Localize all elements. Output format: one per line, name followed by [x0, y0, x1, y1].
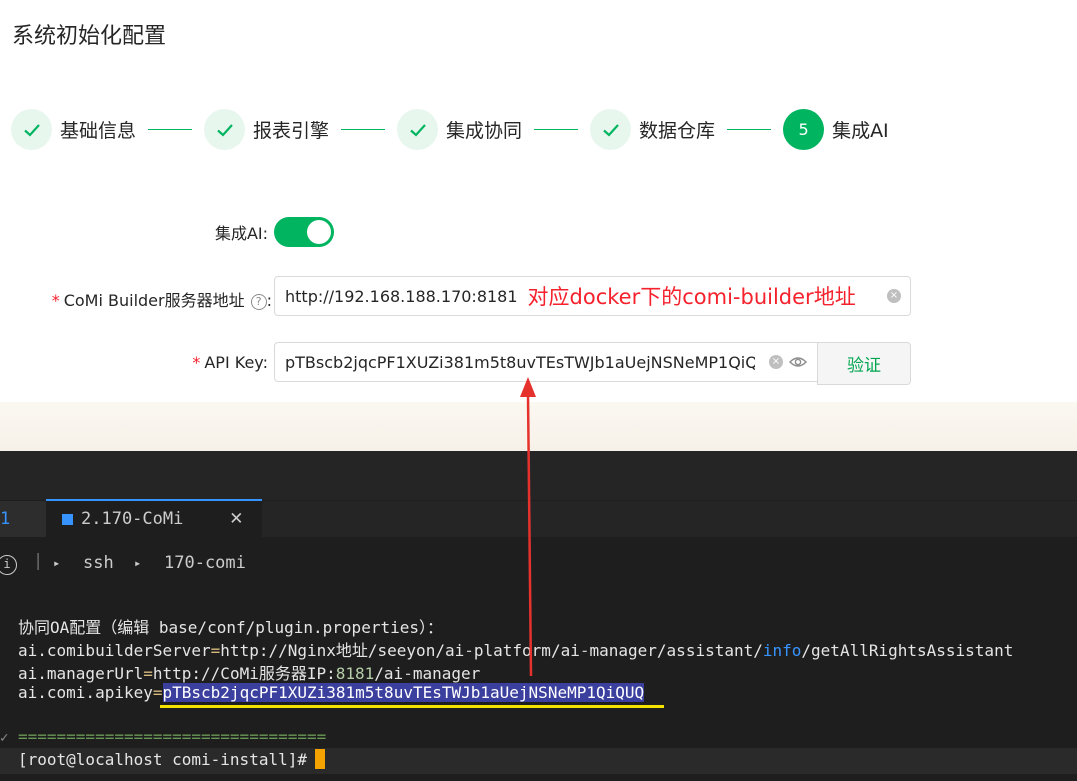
- page-title: 系统初始化配置: [12, 24, 167, 49]
- verify-button[interactable]: 验证: [817, 342, 911, 385]
- api-key-input[interactable]: pTBscb2jqcPF1XUZi381m5t8uvTEsTWJb1aUejNS…: [274, 342, 818, 382]
- config-value-part: /getAllRightsAssistant: [801, 641, 1014, 660]
- step-check-icon: [397, 109, 439, 150]
- config-value-part: http://Nginx地址/seeyon/ai: [220, 641, 465, 660]
- config-key: ai.comibuilderServer: [18, 641, 211, 660]
- prompt-check-icon: ✓: [0, 730, 9, 746]
- chevron-right-icon: ▸: [134, 556, 142, 570]
- page-bottom-band: [0, 402, 1077, 451]
- terminal-line-2: ai.comibuilderServer=http://Nginx地址/seey…: [18, 637, 1013, 661]
- config-value-part: -: [464, 641, 474, 660]
- equals-sign: =: [152, 683, 163, 702]
- builder-server-input[interactable]: http://192.168.188.170:8181 对应docker下的co…: [274, 276, 911, 316]
- terminal-cursor: [314, 749, 325, 769]
- clear-icon[interactable]: ×: [769, 355, 783, 369]
- step-check-icon: [590, 109, 632, 150]
- config-key: ai.managerUrl: [18, 664, 144, 683]
- step-connector: [727, 129, 772, 130]
- breadcrumb-item-ssh[interactable]: ssh: [83, 553, 114, 573]
- config-value-part: manager/assistant/: [589, 641, 763, 660]
- red-annotation-text: 对应docker下的comi-builder地址: [527, 285, 856, 309]
- question-icon[interactable]: ?: [250, 294, 267, 310]
- ai-toggle-switch[interactable]: [274, 217, 334, 247]
- eye-icon[interactable]: [789, 353, 807, 375]
- step-number-badge: 5: [783, 109, 825, 150]
- step-label: 基础信息: [60, 120, 137, 142]
- step-integration-collab[interactable]: 集成协同: [397, 109, 522, 150]
- terminal-prompt-row[interactable]: [root@localhost comi-install]#: [0, 748, 1077, 774]
- info-icon[interactable]: i: [0, 555, 17, 575]
- config-value-part: -: [403, 664, 413, 683]
- terminal-window: 1 2.170-CoMi ✕ i | ▸ ssh ▸ 170-comi 协同OA…: [0, 451, 1077, 781]
- step-connector: [341, 129, 386, 130]
- equals-sign: =: [143, 664, 153, 683]
- step-report-engine[interactable]: 报表引擎: [204, 109, 329, 150]
- terminal-tab-icon: [62, 514, 73, 525]
- step-label: 集成AI: [832, 120, 889, 142]
- chevron-right-icon: ▸: [53, 556, 61, 570]
- terminal-line-4: ai.comi.apikey=pTBscb2jqcPF1XUZi381m5t8u…: [18, 683, 645, 702]
- tab-2-170-comi[interactable]: 2.170-CoMi ✕: [46, 499, 262, 537]
- step-check-icon: [11, 109, 52, 150]
- step-connector: [534, 129, 579, 130]
- required-mark: *: [51, 291, 60, 310]
- step-check-icon: [204, 109, 246, 150]
- step-label: 报表引擎: [253, 120, 330, 142]
- terminal-line-separator: ================================: [18, 727, 327, 746]
- toggle-knob: [307, 220, 331, 244]
- label-colon: :: [266, 291, 272, 310]
- config-value-part: /ai: [374, 664, 404, 683]
- config-value-part: manager: [412, 664, 481, 683]
- steps-bar: 基础信息 报表引擎 集成协同 数据仓库 5 集成AI: [11, 109, 889, 150]
- step-label: 集成协同: [446, 120, 523, 142]
- builder-server-label: * CoMi Builder服务器地址?:: [10, 287, 272, 311]
- config-port-number: 8181: [335, 664, 375, 683]
- breadcrumb: i | ▸ ssh ▸ 170-comi: [0, 547, 1077, 583]
- step-label: 数据仓库: [639, 120, 716, 142]
- api-key-label-text: API Key:: [204, 353, 268, 372]
- apikey-highlighted-value[interactable]: pTBscb2jqcPF1XUZi381m5t8uvTEsTWJb1aUejNS…: [162, 683, 645, 702]
- config-value-keyword: info: [762, 641, 802, 660]
- required-mark: *: [192, 353, 201, 372]
- step-data-warehouse[interactable]: 数据仓库: [590, 109, 715, 150]
- breadcrumb-separator: |: [33, 551, 44, 571]
- config-value-part: platform/ai: [473, 641, 580, 660]
- terminal-line-3: ai.managerUrl=http://CoMi服务器IP:8181/ai-m…: [18, 660, 480, 684]
- step-connector: [148, 129, 193, 130]
- builder-server-label-text: CoMi Builder服务器地址: [63, 291, 245, 310]
- tab-title: 2.170-CoMi: [81, 509, 184, 529]
- terminal-prompt: [root@localhost comi-install]#: [18, 749, 325, 769]
- close-icon[interactable]: ✕: [230, 505, 243, 529]
- breadcrumb-item-170-comi[interactable]: 170-comi: [164, 553, 246, 573]
- yellow-underline: [160, 705, 664, 708]
- prompt-text: [root@localhost comi-install]#: [18, 750, 307, 769]
- terminal-title-bar: [0, 451, 1077, 500]
- clear-icon[interactable]: ×: [887, 289, 901, 303]
- step-integration-ai[interactable]: 5 集成AI: [783, 109, 889, 150]
- ai-toggle-label: 集成AI:: [214, 224, 268, 243]
- api-key-label: * API Key:: [100, 353, 268, 372]
- terminal-line-1: 协同OA配置（编辑 base/conf/plugin.properties）：: [18, 618, 443, 637]
- config-key: ai.comi.apikey: [18, 683, 153, 702]
- tab-bar-empty: [262, 501, 1077, 537]
- equals-sign: =: [210, 641, 221, 660]
- api-key-value: pTBscb2jqcPF1XUZi381m5t8uvTEsTWJb1aUejNS…: [285, 352, 755, 372]
- builder-server-value: http://192.168.188.170:8181: [285, 286, 518, 306]
- step-basic-info[interactable]: 基础信息: [11, 109, 136, 150]
- config-value-part: http://CoMi服务器IP:: [152, 664, 336, 683]
- tab-previous[interactable]: 1: [0, 501, 46, 537]
